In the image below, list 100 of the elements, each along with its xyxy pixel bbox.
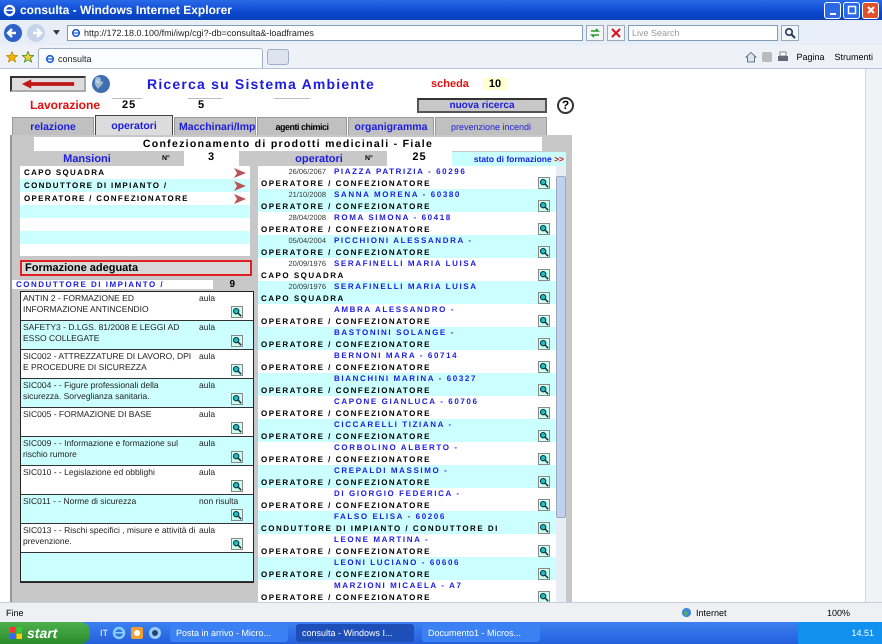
operator-name[interactable]: BERNONI MARA - 60714 xyxy=(334,351,458,360)
search-button[interactable] xyxy=(231,306,243,318)
tab[interactable]: Macchinari/Imp xyxy=(174,117,256,135)
operator-name[interactable]: BIANCHINI MARINA - 60327 xyxy=(334,374,478,383)
search-field[interactable]: Live Search xyxy=(628,24,778,40)
dropdown-icon[interactable] xyxy=(53,30,60,35)
search-button[interactable] xyxy=(231,335,243,347)
scrollbar[interactable] xyxy=(556,166,566,602)
course-mode: aula xyxy=(199,408,216,419)
search-button[interactable] xyxy=(538,269,550,281)
tab[interactable]: organigramma xyxy=(348,117,434,135)
operator-name[interactable]: SANNA MORENA - 60380 xyxy=(334,190,461,199)
search-button[interactable] xyxy=(231,422,243,434)
operator-name[interactable]: SERAFINELLI MARIA LUISA xyxy=(334,282,478,291)
operator-name[interactable]: MARZIONI MICAELA - A7 xyxy=(334,581,463,590)
role-text: CAPO SQUADRA xyxy=(261,294,346,302)
search-button[interactable] xyxy=(231,480,243,492)
role-item[interactable]: CONDUTTORE DI IMPIANTO / xyxy=(20,179,250,192)
search-button[interactable] xyxy=(538,315,550,327)
search-button[interactable] xyxy=(538,545,550,557)
arrow-icon[interactable] xyxy=(234,194,246,204)
app-icon[interactable] xyxy=(148,626,162,640)
arrow-icon[interactable] xyxy=(234,168,246,178)
search-button[interactable] xyxy=(538,430,550,442)
tab[interactable]: agenti chimici xyxy=(257,117,347,135)
course-name: SIC009 - - Informazione e formazione sul rischio rumore xyxy=(22,437,179,460)
star-icon[interactable] xyxy=(6,50,18,62)
page-menu[interactable]: Pagina xyxy=(793,52,828,62)
role-text: OPERATORE / CONFEZIONATORE xyxy=(261,432,432,440)
operator-name[interactable]: LEONI LUCIANO - 60606 xyxy=(334,558,460,567)
search-button[interactable] xyxy=(538,522,550,534)
page-scrollbar[interactable] xyxy=(865,69,882,602)
taskbar-button[interactable]: consulta - Windows I... xyxy=(296,624,414,642)
count-value: 3 xyxy=(184,151,239,166)
search-button[interactable] xyxy=(538,361,550,373)
search-button[interactable] xyxy=(538,177,550,189)
address-field[interactable]: http://172.18.0.100/fmi/iwp/cgi?-db=consulta&-loadframes xyxy=(67,24,583,40)
add-favorite-icon[interactable] xyxy=(22,50,34,62)
operator-name[interactable]: CREPALDI MASSIMO - xyxy=(334,466,448,475)
zoom-button[interactable]: 100% xyxy=(820,606,856,618)
search-button[interactable] xyxy=(231,538,243,550)
search-button[interactable] xyxy=(538,453,550,465)
search-button[interactable] xyxy=(538,499,550,511)
operator-name[interactable]: FALSO ELISA - 60206 xyxy=(334,512,446,521)
search-button[interactable] xyxy=(538,476,550,488)
language-indicator[interactable]: IT xyxy=(100,628,108,638)
search-button[interactable] xyxy=(538,591,550,602)
minimize-button[interactable] xyxy=(824,2,841,18)
operator-name[interactable]: SERAFINELLI MARIA LUISA xyxy=(334,259,478,268)
search-button[interactable] xyxy=(538,568,550,580)
role-text: OPERATORE / CONFEZIONATORE xyxy=(261,202,432,210)
tab[interactable]: prevenzione incendi xyxy=(435,117,547,135)
search-button[interactable] xyxy=(538,292,550,304)
back-arrow-button[interactable] xyxy=(10,76,86,92)
printer-icon[interactable] xyxy=(777,50,790,62)
operator-name[interactable]: PICCHIONI ALESSANDRA - xyxy=(334,236,473,245)
search-button[interactable] xyxy=(231,393,243,405)
search-button[interactable] xyxy=(231,509,243,521)
operator-name[interactable]: LEONE MARTINA - xyxy=(334,535,430,544)
role-text: OPERATORE / CONFEZIONATORE xyxy=(261,500,432,510)
mail-app-icon[interactable] xyxy=(130,626,144,640)
operator-name[interactable]: CORBOLINO ALBERTO - xyxy=(334,443,459,452)
operator-name[interactable]: BASTONINI SOLANGE - xyxy=(334,328,455,337)
search-button[interactable] xyxy=(781,24,799,40)
search-button[interactable] xyxy=(538,407,550,419)
role-field: CONDUTTORE DI IMPIANTO / xyxy=(12,280,213,288)
search-button[interactable] xyxy=(538,246,550,258)
operator-name[interactable]: DI GIORGIO FEDERICA - xyxy=(334,489,461,498)
operator-name[interactable]: ROMA SIMONA - 60418 xyxy=(334,213,452,222)
home-icon[interactable] xyxy=(745,50,758,62)
operator-name[interactable]: PIAZZA PATRIZIA - 60296 xyxy=(334,167,466,176)
stop-button[interactable] xyxy=(607,24,625,40)
arrow-icon[interactable] xyxy=(234,180,246,190)
clock: 14.51 xyxy=(851,628,874,638)
search-button[interactable] xyxy=(538,200,550,212)
taskbar-button[interactable]: Posta in arrivo - Micro... xyxy=(170,624,288,642)
close-button[interactable] xyxy=(862,2,879,18)
operator-name[interactable]: CICCARELLI TIZIANA - xyxy=(334,420,453,429)
search-button[interactable] xyxy=(231,364,243,376)
tab[interactable]: operatori xyxy=(95,115,173,135)
taskbar-button[interactable]: Documento1 - Micros... xyxy=(422,624,540,642)
refresh-button[interactable] xyxy=(586,24,604,40)
maximize-button[interactable] xyxy=(843,2,860,18)
back-button[interactable] xyxy=(3,22,23,42)
tab[interactable]: relazione xyxy=(12,117,94,135)
search-button[interactable] xyxy=(538,338,550,350)
training-status-link[interactable]: stato di formazione >> xyxy=(452,152,566,166)
help-button[interactable]: ? xyxy=(557,96,574,114)
course-mode: aula xyxy=(199,437,216,448)
search-button[interactable] xyxy=(538,223,550,235)
search-button[interactable] xyxy=(538,384,550,396)
operator-name[interactable]: CAPONE GIANLUCA - 60706 xyxy=(334,397,479,406)
start-button[interactable]: start xyxy=(0,622,90,644)
window-title: consulta - Windows Internet Explorer xyxy=(20,3,233,17)
tools-menu[interactable]: Strumenti xyxy=(831,52,876,62)
operator-name[interactable]: AMBRA ALESSANDRO - xyxy=(334,305,456,314)
browser-tab[interactable]: consulta xyxy=(38,48,263,68)
browser-logo-icon[interactable] xyxy=(112,626,126,640)
search-button[interactable] xyxy=(231,451,243,463)
new-search-button[interactable]: nuova ricerca xyxy=(417,98,547,112)
